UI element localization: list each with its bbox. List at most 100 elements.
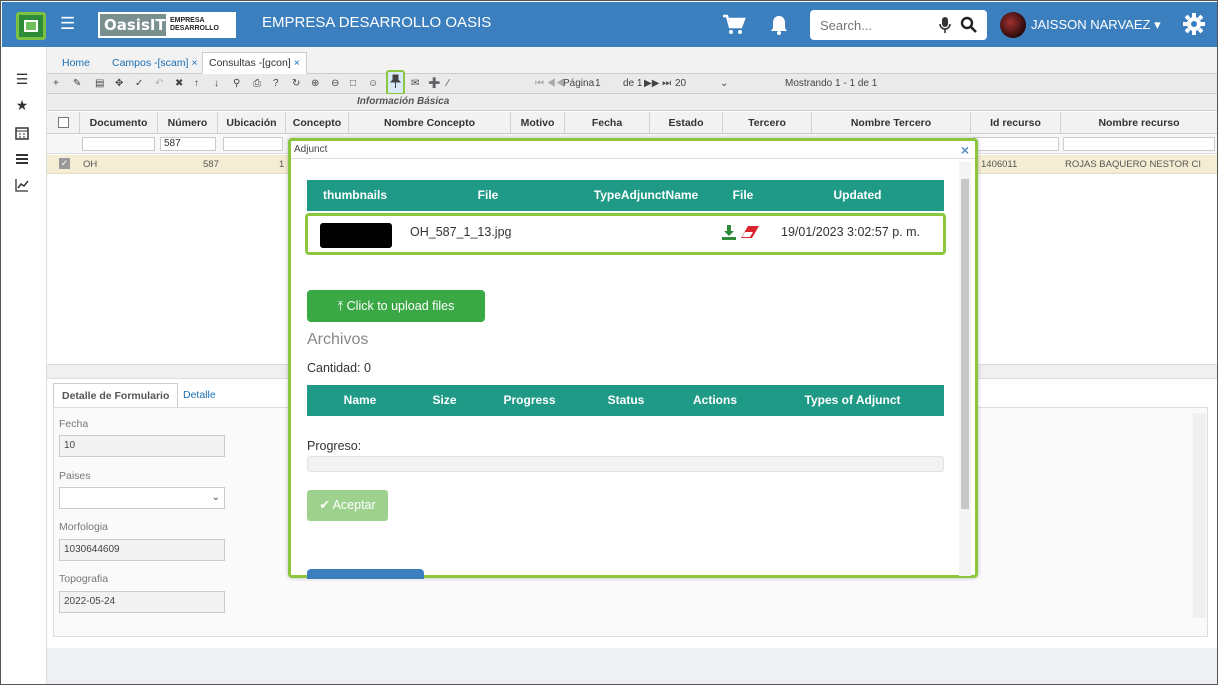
arrow-down-icon[interactable]: ↓	[214, 77, 219, 91]
next-page-icon[interactable]: ▶▶ ⏭	[644, 77, 671, 91]
first-page-icon[interactable]: ⏮ ◀◀	[535, 77, 565, 91]
field-paises-select[interactable]: ⌄	[59, 487, 225, 509]
search-input[interactable]	[820, 17, 930, 33]
zoom-in-icon[interactable]: ⊕	[311, 77, 319, 91]
th-actions: Actions	[692, 393, 737, 407]
menu-icon[interactable]: ☰	[60, 15, 75, 32]
detail-vertical-scrollbar[interactable]	[1193, 413, 1206, 618]
field-label-fecha: Fecha	[59, 418, 89, 430]
field-fecha[interactable]: 10	[59, 435, 225, 457]
user-menu[interactable]: JAISSON NARVAEZ ▾	[1031, 17, 1161, 33]
comment-icon[interactable]: □	[350, 77, 356, 91]
field-morfologia[interactable]: 1030644609	[59, 539, 225, 561]
check-icon[interactable]: ✓	[135, 77, 143, 91]
cart-icon[interactable]	[722, 14, 746, 36]
files-table-header: thumbnails File TypeAdjunctName File Upd…	[307, 180, 944, 211]
file-updated: 19/01/2023 3:02:57 p. m.	[781, 225, 920, 239]
tab-detalle[interactable]: Detalle	[175, 383, 224, 408]
tab-consultas[interactable]: Consultas -[gcon] ×	[202, 52, 307, 74]
tab-detalle-formulario[interactable]: Detalle de Formulario	[53, 383, 179, 408]
brand-sub: EMPRESA DESARROLLO	[169, 17, 219, 32]
page-number-input[interactable]: 1	[595, 77, 601, 91]
arrow-up-icon[interactable]: ↑	[194, 77, 199, 91]
filter-ubicacion[interactable]	[223, 137, 283, 151]
brand-logo: OasisIT EMPRESA DESARROLLO	[98, 12, 236, 38]
undo-icon[interactable]: ↶	[155, 77, 163, 91]
print-icon[interactable]: ⎙	[253, 77, 261, 91]
col-motivo[interactable]: Motivo	[511, 112, 565, 134]
close-icon[interactable]: ×	[961, 142, 969, 158]
page-total: de 1	[623, 78, 643, 89]
chart-icon[interactable]	[13, 177, 31, 193]
view-icon[interactable]: ▤	[95, 77, 104, 91]
col-nombre-recurso[interactable]: Nombre recurso	[1061, 112, 1217, 134]
col-nombre-concepto[interactable]: Nombre Concepto	[349, 112, 511, 134]
mail-icon[interactable]: ✉	[411, 77, 419, 91]
dialog-scrollbar[interactable]	[959, 162, 971, 576]
thumbnail-image[interactable]	[320, 223, 392, 248]
eraser-icon[interactable]	[740, 225, 760, 239]
add-icon[interactable]: +	[53, 77, 59, 91]
col-ubicacion[interactable]: Ubicación	[218, 112, 286, 134]
partial-blue-button[interactable]	[307, 569, 424, 579]
avatar[interactable]	[1000, 12, 1026, 38]
zoom-out-icon[interactable]: ⊖	[331, 77, 339, 91]
mic-icon[interactable]	[938, 16, 952, 34]
file-row[interactable]: OH_587_1_13.jpg 19/01/2023 3:02:57 p. m.	[305, 213, 946, 255]
edit-icon[interactable]: ✎	[73, 77, 81, 91]
cantidad-text: Cantidad: 0	[307, 361, 371, 375]
grid-header-row: Documento Número Ubicación Concepto Nomb…	[47, 112, 1217, 134]
bell-icon[interactable]	[770, 15, 788, 35]
filter-numero[interactable]: 587	[160, 137, 216, 151]
search-icon[interactable]	[960, 16, 977, 33]
footer-band	[47, 648, 1217, 684]
file-name: OH_587_1_13.jpg	[410, 225, 512, 239]
help-icon[interactable]: ?	[273, 77, 279, 91]
col-documento[interactable]: Documento	[80, 112, 158, 134]
menu-icon[interactable]: ☰	[13, 71, 31, 87]
select-all-checkbox[interactable]	[47, 112, 80, 134]
rows-per-page-select[interactable]: 20	[675, 77, 686, 91]
col-tercero[interactable]: Tercero	[723, 112, 812, 134]
col-numero[interactable]: Número	[158, 112, 218, 134]
left-sidebar: ☰ ★	[2, 47, 47, 684]
col-nombre-tercero[interactable]: Nombre Tercero	[812, 112, 971, 134]
star-icon[interactable]: ★	[13, 97, 31, 113]
archivos-heading: Archivos	[307, 331, 369, 348]
app-logo-icon[interactable]	[16, 12, 46, 40]
field-topografia[interactable]: 2022-05-24	[59, 591, 225, 613]
scrollbar-thumb[interactable]	[961, 179, 969, 509]
progreso-label: Progreso:	[307, 439, 362, 453]
col-concepto[interactable]: Concepto	[286, 112, 349, 134]
aceptar-button[interactable]: ✔ Aceptar	[307, 490, 388, 521]
col-fecha[interactable]: Fecha	[565, 112, 650, 134]
user-icon[interactable]: ☺	[368, 77, 378, 91]
search-box[interactable]	[810, 10, 987, 40]
filter-nombre-recurso[interactable]	[1063, 137, 1215, 151]
add-circle-icon[interactable]: ➕	[428, 77, 440, 91]
gear-icon[interactable]	[1182, 12, 1206, 36]
list-icon[interactable]	[13, 151, 31, 167]
delete-icon[interactable]: ✖	[175, 77, 183, 91]
close-icon[interactable]: ×	[191, 57, 197, 69]
upload-files-button[interactable]: ⤒ Click to upload files	[307, 290, 485, 322]
filter-documento[interactable]	[82, 137, 155, 151]
tab-home[interactable]: Home	[55, 52, 97, 74]
app-title: EMPRESA DESARROLLO OASIS	[262, 14, 492, 31]
filter-id-recurso[interactable]	[973, 137, 1059, 151]
close-icon[interactable]: ×	[294, 57, 300, 69]
tab-campos[interactable]: Campos -[scam] ×	[105, 52, 205, 74]
cell-numero: 587	[203, 159, 219, 170]
col-id-recurso[interactable]: Id recurso	[971, 112, 1061, 134]
move-icon[interactable]: ✥	[115, 77, 123, 91]
attach-button-highlighted[interactable]	[386, 70, 405, 95]
chevron-down-icon[interactable]: ⌄	[720, 77, 728, 91]
calendar-icon[interactable]	[13, 125, 31, 141]
refresh-icon[interactable]: ↻	[292, 77, 300, 91]
find-icon[interactable]: ⚲	[233, 77, 240, 91]
col-estado[interactable]: Estado	[650, 112, 723, 134]
row-checkbox[interactable]: ✓	[59, 158, 70, 169]
group-header: Información Básica	[357, 96, 450, 107]
download-icon[interactable]	[721, 224, 737, 240]
resize-icon[interactable]: ∕	[447, 77, 449, 91]
